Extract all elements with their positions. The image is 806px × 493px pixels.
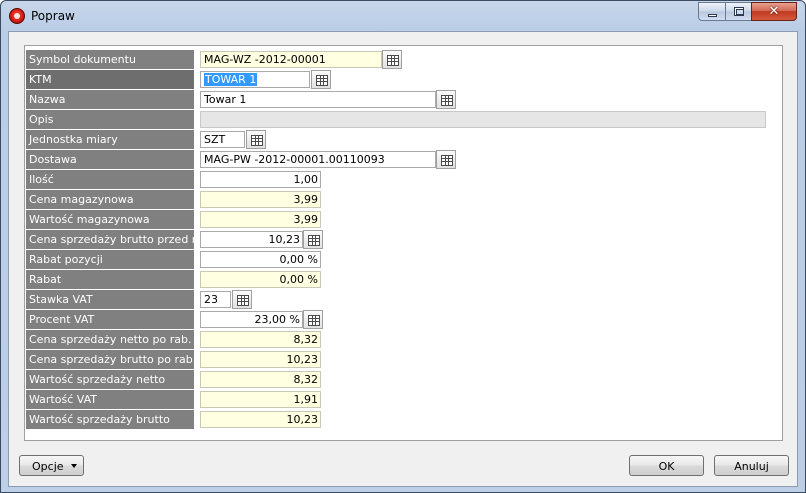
field-label: Symbol dokumentu bbox=[26, 50, 194, 69]
field-label: Procent VAT bbox=[26, 310, 194, 329]
field-label: Nazwa bbox=[26, 90, 194, 109]
dostawa-field[interactable]: MAG-PW -2012-00001.00110093 bbox=[200, 151, 436, 168]
field-label: Cena magazynowa bbox=[26, 190, 194, 209]
lookup-table-icon[interactable] bbox=[436, 150, 456, 169]
wartosc-brutto-field[interactable]: 10,23 bbox=[200, 411, 321, 428]
wartosc-magazynowa-field[interactable]: 3,99 bbox=[200, 211, 321, 228]
wartosc-vat-field[interactable]: 1,91 bbox=[200, 391, 321, 408]
row-nazwa: Nazwa Towar 1 bbox=[25, 90, 782, 109]
stawka-vat-field[interactable]: 23 bbox=[200, 291, 231, 308]
rabat-pozycji-field[interactable]: 0,00 % bbox=[200, 251, 321, 268]
cena-netto-po-rab-field[interactable]: 8,32 bbox=[200, 331, 321, 348]
field-label: Wartość sprzedaży netto bbox=[26, 370, 194, 389]
row-jednostka-miary: Jednostka miary SZT bbox=[25, 130, 782, 149]
field-label: Wartość magazynowa bbox=[26, 210, 194, 229]
row-wartosc-magazynowa: Wartość magazynowa 3,99 bbox=[25, 210, 782, 229]
lookup-table-icon[interactable] bbox=[311, 70, 331, 89]
row-rabat-pozycji: Rabat pozycji 0,00 % bbox=[25, 250, 782, 269]
lookup-table-icon[interactable] bbox=[436, 90, 456, 109]
lookup-table-icon[interactable] bbox=[303, 230, 323, 249]
rabat-field[interactable]: 0,00 % bbox=[200, 271, 321, 288]
row-ilosc: Ilość 1,00 bbox=[25, 170, 782, 189]
cena-magazynowa-field[interactable]: 3,99 bbox=[200, 191, 321, 208]
selected-text: TOWAR 1 bbox=[204, 73, 258, 86]
edit-dialog-window: Popraw ✕ Symbol dokumentu MAG-WZ -2012-0… bbox=[0, 0, 806, 493]
dialog-content: Symbol dokumentu MAG-WZ -2012-00001 KTM … bbox=[8, 31, 798, 487]
field-label: Cena sprzedaży brutto po rab. bbox=[26, 350, 194, 369]
cancel-button[interactable]: Anuluj bbox=[714, 455, 789, 476]
row-symbol-dokumentu: Symbol dokumentu MAG-WZ -2012-00001 bbox=[25, 50, 782, 69]
maximize-button[interactable] bbox=[725, 2, 752, 21]
field-label: Stawka VAT bbox=[26, 290, 194, 309]
lookup-table-icon[interactable] bbox=[303, 310, 323, 329]
procent-vat-field[interactable]: 23,00 % bbox=[200, 311, 303, 328]
row-cena-magazynowa: Cena magazynowa 3,99 bbox=[25, 190, 782, 209]
opis-field[interactable] bbox=[200, 111, 766, 128]
field-label: Wartość VAT bbox=[26, 390, 194, 409]
symbol-dokumentu-field[interactable]: MAG-WZ -2012-00001 bbox=[200, 51, 382, 68]
row-wartosc-netto: Wartość sprzedaży netto 8,32 bbox=[25, 370, 782, 389]
row-ktm: KTM TOWAR 1 bbox=[25, 70, 782, 89]
options-label: Opcje bbox=[32, 460, 64, 473]
lookup-table-icon[interactable] bbox=[232, 290, 252, 309]
minimize-button[interactable] bbox=[698, 2, 726, 21]
field-label: Wartość sprzedaży brutto bbox=[26, 410, 194, 429]
minimize-icon bbox=[708, 14, 717, 17]
wartosc-netto-field[interactable]: 8,32 bbox=[200, 371, 321, 388]
cena-brutto-po-rab-field[interactable]: 10,23 bbox=[200, 351, 321, 368]
row-opis: Opis bbox=[25, 110, 782, 129]
window-title: Popraw bbox=[31, 9, 75, 23]
maximize-icon bbox=[734, 7, 744, 16]
lookup-table-icon[interactable] bbox=[246, 130, 266, 149]
row-dostawa: Dostawa MAG-PW -2012-00001.00110093 bbox=[25, 150, 782, 169]
jednostka-miary-field[interactable]: SZT bbox=[200, 131, 245, 148]
ok-button[interactable]: OK bbox=[629, 455, 704, 476]
row-cena-brutto-przed-rab: Cena sprzedaży brutto przed rab. 10,23 bbox=[25, 230, 782, 249]
properties-form: Symbol dokumentu MAG-WZ -2012-00001 KTM … bbox=[24, 45, 783, 441]
row-rabat: Rabat 0,00 % bbox=[25, 270, 782, 289]
field-label: KTM bbox=[26, 70, 194, 89]
field-label: Ilość bbox=[26, 170, 194, 189]
field-label: Rabat bbox=[26, 270, 194, 289]
cena-brutto-przed-rab-field[interactable]: 10,23 bbox=[200, 231, 303, 248]
field-label: Cena sprzedaży brutto przed rab. bbox=[26, 230, 194, 249]
close-button[interactable]: ✕ bbox=[751, 2, 797, 21]
field-label: Cena sprzedaży netto po rab. bbox=[26, 330, 194, 349]
app-logo-icon[interactable] bbox=[9, 8, 25, 24]
chevron-down-icon bbox=[71, 464, 77, 468]
row-cena-netto-po-rab: Cena sprzedaży netto po rab. 8,32 bbox=[25, 330, 782, 349]
field-label: Dostawa bbox=[26, 150, 194, 169]
row-wartosc-vat: Wartość VAT 1,91 bbox=[25, 390, 782, 409]
ilosc-field[interactable]: 1,00 bbox=[200, 171, 321, 188]
nazwa-field[interactable]: Towar 1 bbox=[200, 91, 436, 108]
title-bar[interactable]: Popraw ✕ bbox=[1, 1, 805, 31]
ktm-field[interactable]: TOWAR 1 bbox=[200, 71, 310, 88]
field-label: Jednostka miary bbox=[26, 130, 194, 149]
options-dropdown-button[interactable]: Opcje bbox=[19, 455, 84, 476]
row-cena-brutto-po-rab: Cena sprzedaży brutto po rab. 10,23 bbox=[25, 350, 782, 369]
row-procent-vat: Procent VAT 23,00 % bbox=[25, 310, 782, 329]
field-label: Rabat pozycji bbox=[26, 250, 194, 269]
row-stawka-vat: Stawka VAT 23 bbox=[25, 290, 782, 309]
row-wartosc-brutto: Wartość sprzedaży brutto 10,23 bbox=[25, 410, 782, 429]
field-label: Opis bbox=[26, 110, 194, 129]
lookup-table-icon[interactable] bbox=[382, 50, 402, 69]
close-icon: ✕ bbox=[768, 4, 780, 19]
